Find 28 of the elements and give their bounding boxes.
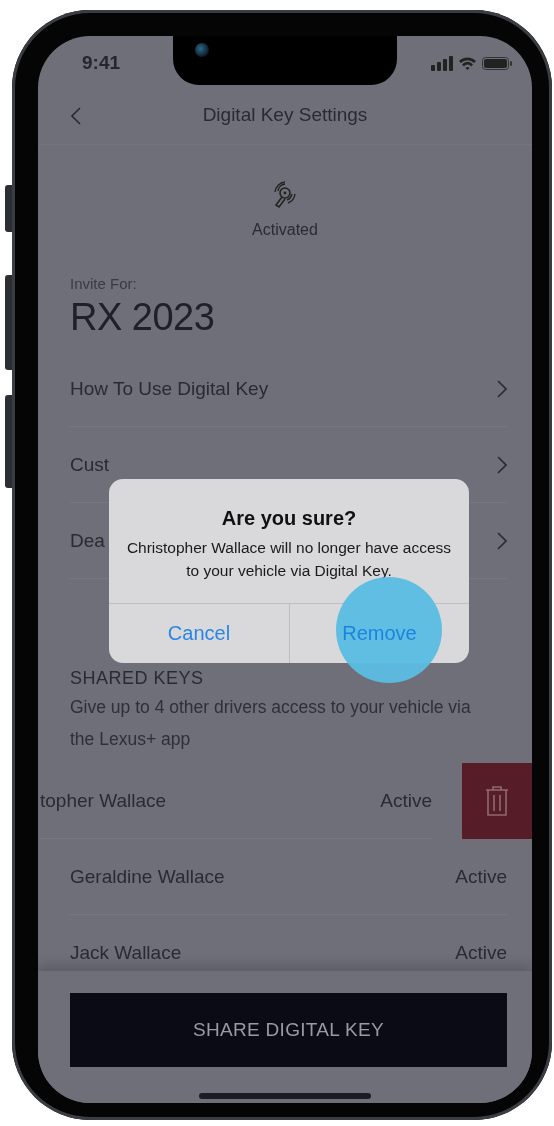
trash-icon <box>485 786 509 816</box>
battery-icon <box>482 56 512 70</box>
signal-icon <box>431 55 453 71</box>
section-heading: SHARED KEYS <box>70 668 205 689</box>
chevron-right-icon <box>497 531 507 550</box>
chevron-right-icon <box>497 379 507 398</box>
driver-name: Geraldine Wallace <box>70 865 225 888</box>
driver-name: Jack Wallace <box>70 941 182 964</box>
section-description: Give up to 4 other drivers access to your vehicle via the Lexus+ app <box>70 696 472 751</box>
key-status: Activated <box>252 221 318 239</box>
dialog-button[interactable]: Cancel <box>163 620 235 647</box>
driver-status: Active <box>380 789 432 812</box>
driver-status: Active <box>455 865 507 888</box>
chevron-right-icon <box>497 455 507 474</box>
driver-name: topher Wallace <box>40 789 167 812</box>
screen-title: Digital Key Settings <box>202 104 368 126</box>
menu-item[interactable]: How To Use Digital Key <box>70 351 507 427</box>
dialog-button[interactable]: Remove <box>338 620 421 647</box>
key-icon <box>271 181 299 211</box>
driver-status: Active <box>455 941 507 964</box>
share-digital-key-button[interactable]: SHARE DIGITAL KEY <box>70 993 507 1067</box>
dialog-message: Christopher Wallace will no longer have access to your vehicle via Digital Key. <box>125 538 453 581</box>
wifi-icon <box>459 56 476 70</box>
vehicle-name: RX 2023 <box>70 296 216 339</box>
camera <box>195 43 209 57</box>
status-time: 9:41 <box>82 52 121 74</box>
dialog-title: Are you sure? <box>221 507 357 530</box>
delete-button[interactable] <box>462 763 532 839</box>
